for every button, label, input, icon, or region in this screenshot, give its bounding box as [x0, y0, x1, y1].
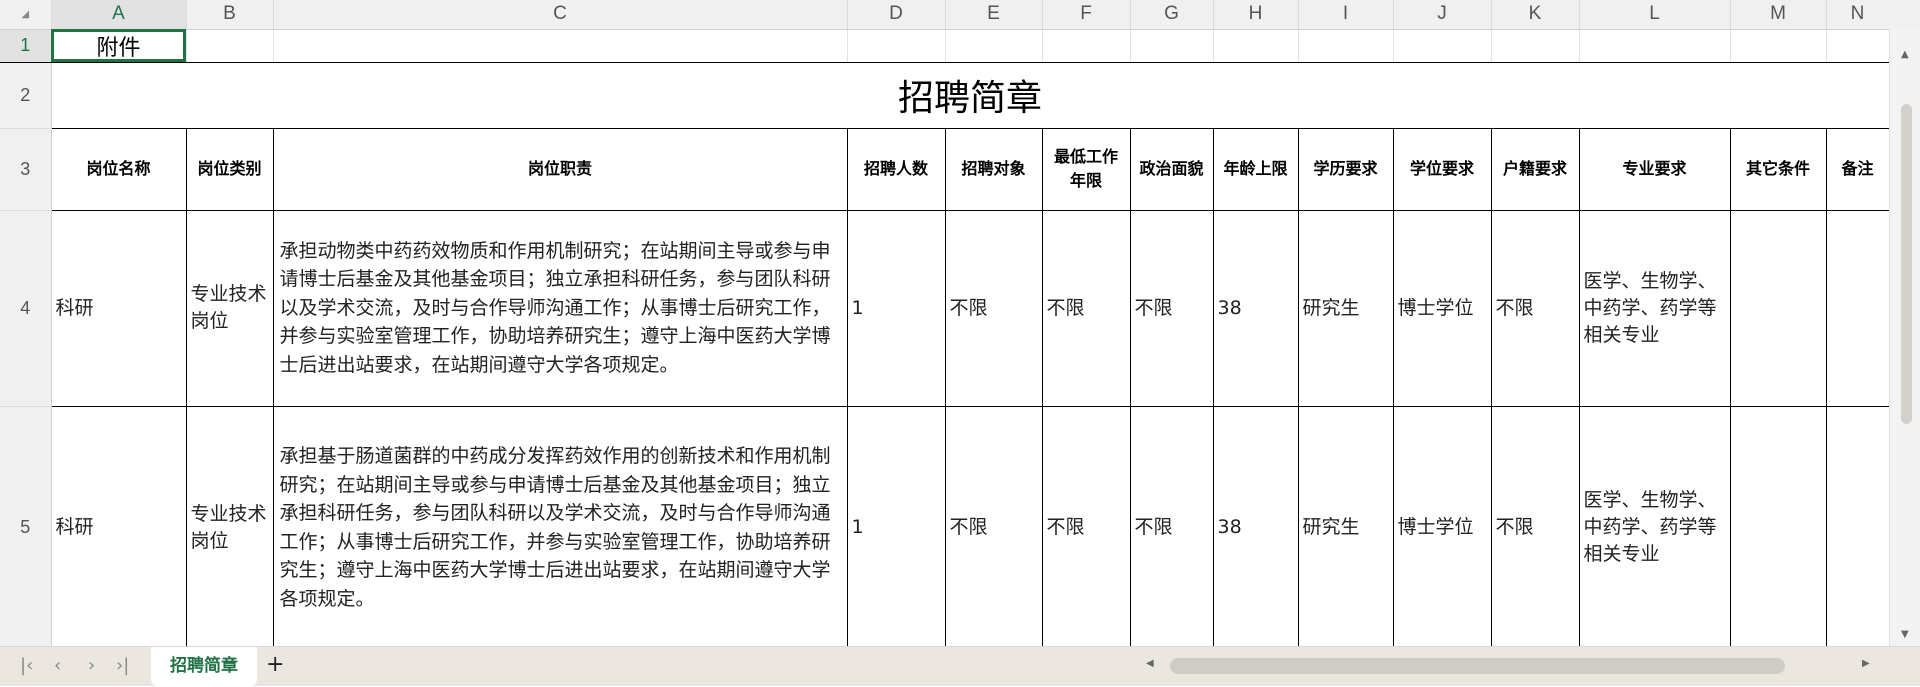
table-row: 4 科研 专业技术岗位 承担动物类中药药效物质和作用机制研究；在站期间主导或参与…	[0, 209, 1889, 407]
cell-note[interactable]	[1825, 209, 1889, 407]
cell-major[interactable]: 医学、生物学、中药学、药学等相关专业	[1578, 405, 1731, 646]
cell-category[interactable]: 专业技术岗位	[185, 209, 274, 407]
cell-education[interactable]: 研究生	[1297, 405, 1394, 646]
header-duties[interactable]: 岗位职责	[272, 127, 848, 211]
cell[interactable]	[847, 29, 946, 63]
vertical-scroll-thumb[interactable]	[1901, 104, 1912, 424]
cell[interactable]	[1826, 29, 1889, 63]
cell[interactable]	[1393, 29, 1492, 63]
header-count[interactable]: 招聘人数	[846, 127, 946, 211]
cell-min-years[interactable]: 不限	[1041, 209, 1131, 407]
cell-degree[interactable]: 博士学位	[1392, 209, 1492, 407]
cell[interactable]	[1730, 29, 1827, 63]
row-header-1[interactable]: 1	[0, 29, 52, 63]
column-header-h[interactable]: H	[1213, 0, 1299, 30]
column-header-c[interactable]: C	[273, 0, 848, 30]
cell-other[interactable]	[1729, 405, 1827, 646]
cell-political[interactable]: 不限	[1129, 209, 1214, 407]
cell[interactable]	[1042, 29, 1131, 63]
column-header-f[interactable]: F	[1042, 0, 1131, 30]
cell[interactable]	[1579, 29, 1731, 63]
header-other[interactable]: 其它条件	[1729, 127, 1827, 211]
column-header-i[interactable]: I	[1298, 0, 1394, 30]
column-header-j[interactable]: J	[1393, 0, 1492, 30]
column-header-m[interactable]: M	[1730, 0, 1827, 30]
row-header-5[interactable]: 5	[0, 406, 52, 646]
cell[interactable]	[945, 29, 1043, 63]
column-header-e[interactable]: E	[945, 0, 1043, 30]
column-header-b[interactable]: B	[186, 0, 274, 30]
horizontal-scrollbar[interactable]: ◀ ▶	[1130, 655, 1880, 677]
horizontal-scroll-thumb[interactable]	[1170, 658, 1785, 674]
column-header-d[interactable]: D	[847, 0, 946, 30]
header-note[interactable]: 备注	[1825, 127, 1889, 211]
header-min-years[interactable]: 最低工作年限	[1041, 127, 1131, 211]
cell-age-max[interactable]: 38	[1212, 209, 1299, 407]
table-row: 5 科研 专业技术岗位 承担基于肠道菌群的中药成分发挥药效作用的创新技术和作用机…	[0, 405, 1889, 646]
row-header-4[interactable]: 4	[0, 210, 52, 407]
sheet-tab[interactable]: 招聘简章	[151, 647, 257, 687]
scroll-corner	[1889, 0, 1920, 29]
cell-duty[interactable]: 承担基于肠道菌群的中药成分发挥药效作用的创新技术和作用机制研究；在站期间主导或参…	[272, 405, 848, 646]
row-header-3[interactable]: 3	[0, 128, 52, 211]
scroll-up-icon[interactable]: ▲	[1901, 49, 1909, 60]
cell-other[interactable]	[1729, 209, 1827, 407]
cell-min-years[interactable]: 不限	[1041, 405, 1131, 646]
cell-category[interactable]: 专业技术岗位	[185, 405, 274, 646]
column-header-g[interactable]: G	[1130, 0, 1214, 30]
cell-education[interactable]: 研究生	[1297, 209, 1394, 407]
header-political[interactable]: 政治面貌	[1129, 127, 1214, 211]
cell[interactable]	[1298, 29, 1394, 63]
sheet-tab-bar: |‹ ‹ › ›| 招聘简章 + ◀ ▶	[0, 646, 1920, 687]
header-position-name[interactable]: 岗位名称	[50, 127, 187, 211]
vertical-scrollbar[interactable]: ▲ ▼	[1889, 29, 1920, 646]
cell-hukou[interactable]: 不限	[1490, 209, 1580, 407]
cell[interactable]	[273, 29, 848, 63]
cell-a1-attachment[interactable]: 附件	[51, 29, 187, 63]
column-header-n[interactable]: N	[1826, 0, 1889, 30]
header-age-max[interactable]: 年龄上限	[1212, 127, 1299, 211]
cell[interactable]	[1213, 29, 1299, 63]
last-sheet-icon[interactable]: ›|	[116, 655, 129, 676]
cell[interactable]	[186, 29, 274, 63]
header-degree[interactable]: 学位要求	[1392, 127, 1492, 211]
cell-hukou[interactable]: 不限	[1490, 405, 1580, 646]
header-target[interactable]: 招聘对象	[944, 127, 1043, 211]
header-position-category[interactable]: 岗位类别	[185, 127, 274, 211]
cell-target[interactable]: 不限	[944, 209, 1043, 407]
scroll-right-icon[interactable]: ▶	[1862, 658, 1870, 669]
header-hukou[interactable]: 户籍要求	[1490, 127, 1580, 211]
cell-name[interactable]: 科研	[50, 209, 187, 407]
scroll-down-icon[interactable]: ▼	[1901, 629, 1909, 640]
next-sheet-icon[interactable]: ›	[88, 655, 95, 676]
cell-duty[interactable]: 承担动物类中药药效物质和作用机制研究；在站期间主导或参与申请博士后基金及其他基金…	[272, 209, 848, 407]
column-header-a[interactable]: A	[51, 0, 187, 30]
cell[interactable]	[1491, 29, 1580, 63]
cell-degree[interactable]: 博士学位	[1392, 405, 1492, 646]
header-education[interactable]: 学历要求	[1297, 127, 1394, 211]
column-header-row: ◢ A B C D E F G H I J K L M N	[0, 0, 1889, 30]
add-sheet-icon[interactable]: +	[266, 652, 284, 677]
header-major[interactable]: 专业要求	[1578, 127, 1731, 211]
prev-sheet-icon[interactable]: ‹	[54, 655, 61, 676]
column-header-l[interactable]: L	[1579, 0, 1731, 30]
select-all-corner[interactable]: ◢	[0, 0, 52, 30]
scroll-left-icon[interactable]: ◀	[1146, 658, 1154, 669]
column-header-k[interactable]: K	[1491, 0, 1580, 30]
cell-count[interactable]: 1	[846, 209, 946, 407]
cell-major[interactable]: 医学、生物学、中药学、药学等相关专业	[1578, 209, 1731, 407]
first-sheet-icon[interactable]: |‹	[20, 655, 33, 676]
cell-age-max[interactable]: 38	[1212, 405, 1299, 646]
cell-target[interactable]: 不限	[944, 405, 1043, 646]
cell-name[interactable]: 科研	[50, 405, 187, 646]
sheet-title[interactable]: 招聘简章	[50, 61, 1889, 129]
cell-count[interactable]: 1	[846, 405, 946, 646]
row-header-2[interactable]: 2	[0, 62, 52, 129]
cell[interactable]	[1130, 29, 1214, 63]
cell-note[interactable]	[1825, 405, 1889, 646]
cell-political[interactable]: 不限	[1129, 405, 1214, 646]
spreadsheet-grid: ◢ A B C D E F G H I J K L M N 1 附件 2 招聘简…	[0, 0, 1889, 646]
